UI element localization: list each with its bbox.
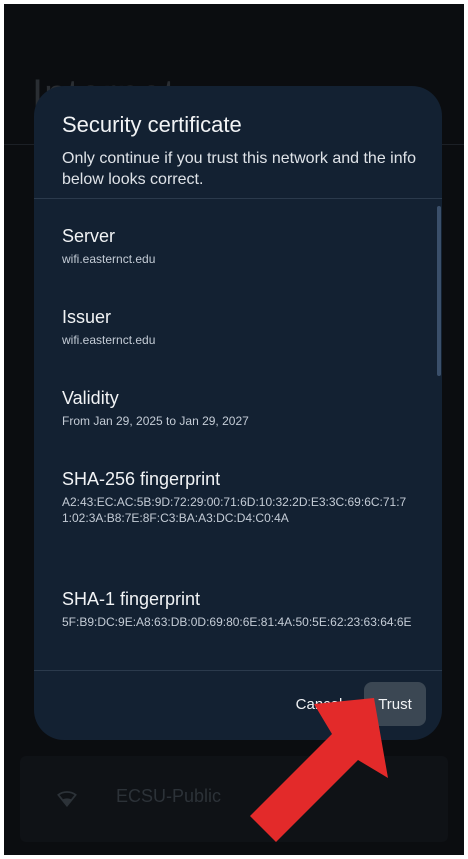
- sha256-value: A2:43:EC:AC:5B:9D:72:29:00:71:6D:10:32:2…: [62, 495, 407, 525]
- sha256-field: SHA-256 fingerprint A2:43:EC:AC:5B:9D:72…: [62, 469, 414, 526]
- issuer-label: Issuer: [62, 307, 112, 327]
- divider-bottom: [34, 670, 442, 671]
- server-value: wifi.easternct.edu: [62, 252, 156, 266]
- background-network-name: ECSU-Public: [116, 786, 222, 806]
- sha256-label: SHA-256 fingerprint: [62, 469, 221, 489]
- certificate-details-scroll[interactable]: Server wifi.easternct.edu Issuer wifi.ea…: [34, 199, 442, 669]
- server-field: Server wifi.easternct.edu: [62, 226, 414, 267]
- sha1-field: SHA-1 fingerprint 5F:B9:DC:9E:A8:63:DB:0…: [62, 589, 414, 630]
- validity-field: Validity From Jan 29, 2025 to Jan 29, 20…: [62, 388, 414, 429]
- wifi-icon: [54, 784, 80, 810]
- scrollbar-thumb[interactable]: [437, 206, 441, 376]
- server-label: Server: [62, 226, 116, 246]
- sha1-value: 5F:B9:DC:9E:A8:63:DB:0D:69:80:6E:81:4A:5…: [62, 615, 412, 629]
- security-certificate-dialog: Security certificate Only continue if yo…: [34, 86, 442, 740]
- scrollbar[interactable]: [437, 206, 441, 376]
- dialog-title: Security certificate: [62, 112, 242, 137]
- arrow-icon: [250, 698, 388, 842]
- validity-label: Validity: [62, 388, 119, 408]
- sha1-label: SHA-1 fingerprint: [62, 589, 201, 609]
- issuer-field: Issuer wifi.easternct.edu: [62, 307, 414, 348]
- phone-screen: Internet ECSU-Public Security certificat…: [4, 4, 464, 855]
- issuer-value: wifi.easternct.edu: [62, 333, 156, 347]
- validity-value: From Jan 29, 2025 to Jan 29, 2027: [62, 414, 249, 428]
- dialog-subtitle: Only continue if you trust this network …: [62, 150, 416, 188]
